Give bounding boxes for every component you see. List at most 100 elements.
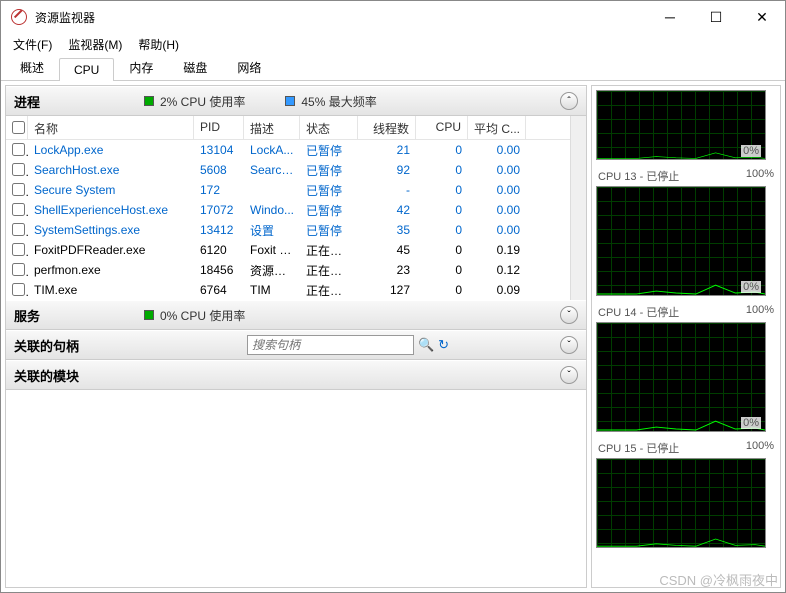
row-checkbox[interactable]	[12, 183, 25, 196]
graph-max: 100%	[746, 304, 774, 320]
modules-header[interactable]: 关联的模块 ˇ	[6, 360, 586, 390]
col-name[interactable]: 名称	[28, 116, 194, 139]
cell-name: Secure System	[28, 183, 194, 197]
graph-label: CPU 15 - 已停止	[598, 440, 679, 456]
table-row[interactable]: TIM.exe 6764 TIM 正在运行 127 0 0.09	[6, 280, 570, 300]
menu-help[interactable]: 帮助(H)	[132, 34, 185, 55]
cell-cpu: 0	[416, 143, 468, 157]
table-scrollbar[interactable]	[570, 116, 586, 300]
cell-cpu: 0	[416, 283, 468, 297]
select-all-checkbox[interactable]	[12, 121, 25, 134]
table-row[interactable]: SystemSettings.exe 13412 设置 已暂停 35 0 0.0…	[6, 220, 570, 240]
cell-threads: 23	[358, 263, 416, 277]
tab-cpu[interactable]: CPU	[59, 58, 114, 81]
menu-monitor[interactable]: 监视器(M)	[62, 34, 128, 55]
graph-max: 100%	[746, 440, 774, 456]
cpu-graph: CPU 13 - 已停止100% 0%	[596, 166, 776, 296]
cell-desc: 设置	[244, 222, 300, 239]
row-checkbox[interactable]	[12, 203, 25, 216]
cell-cpu: 0	[416, 183, 468, 197]
expand-icon[interactable]: ˇ	[560, 336, 578, 354]
cell-desc: Windo...	[244, 203, 300, 217]
max-freq-text: 45% 最大频率	[301, 93, 376, 110]
refresh-icon[interactable]: ↻	[438, 337, 449, 353]
cell-pid: 18456	[194, 263, 244, 277]
handles-header[interactable]: 关联的句柄 🔍 ↻ ˇ	[6, 330, 586, 360]
col-pid[interactable]: PID	[194, 116, 244, 139]
row-checkbox[interactable]	[12, 243, 25, 256]
row-checkbox[interactable]	[12, 163, 25, 176]
left-panel: 进程 2% CPU 使用率 45% 最大频率 ˆ 名称 PID 描述 状态 线程…	[5, 85, 587, 588]
maximize-button[interactable]: ☐	[693, 1, 739, 33]
processes-header[interactable]: 进程 2% CPU 使用率 45% 最大频率 ˆ	[6, 86, 586, 116]
menu-file[interactable]: 文件(F)	[7, 34, 58, 55]
tab-memory[interactable]: 内存	[114, 54, 168, 80]
cell-pid: 13412	[194, 223, 244, 237]
search-icon[interactable]: 🔍	[418, 337, 434, 353]
col-desc[interactable]: 描述	[244, 116, 300, 139]
cpu-usage-text: 0% CPU 使用率	[160, 307, 245, 324]
cell-avg: 0.00	[468, 223, 526, 237]
table-row[interactable]: FoxitPDFReader.exe 6120 Foxit P... 正在运行 …	[6, 240, 570, 260]
graph-canvas	[596, 458, 766, 548]
row-checkbox[interactable]	[12, 263, 25, 276]
cell-cpu: 0	[416, 223, 468, 237]
cell-threads: -	[358, 183, 416, 197]
cell-pid: 6764	[194, 283, 244, 297]
tab-disk[interactable]: 磁盘	[168, 54, 222, 80]
table-row[interactable]: SearchHost.exe 5608 Search... 已暂停 92 0 0…	[6, 160, 570, 180]
cell-desc: LockA...	[244, 143, 300, 157]
row-checkbox[interactable]	[12, 143, 25, 156]
cpu-graph: 0%	[596, 90, 776, 160]
cell-name: FoxitPDFReader.exe	[28, 243, 194, 257]
row-checkbox[interactable]	[12, 283, 25, 296]
col-cpu[interactable]: CPU	[416, 116, 468, 139]
table-row[interactable]: LockApp.exe 13104 LockA... 已暂停 21 0 0.00	[6, 140, 570, 160]
graph-canvas: 0%	[596, 322, 766, 432]
cell-avg: 0.09	[468, 283, 526, 297]
cell-pid: 6120	[194, 243, 244, 257]
cell-status: 已暂停	[300, 162, 358, 179]
cell-avg: 0.00	[468, 203, 526, 217]
cell-name: perfmon.exe	[28, 263, 194, 277]
watermark: CSDN @冷枫雨夜中	[659, 570, 778, 589]
collapse-icon[interactable]: ˆ	[560, 92, 578, 110]
right-panel: 0% CPU 13 - 已停止100% 0% CPU 14 - 已停止100% …	[591, 85, 781, 588]
cell-name: SystemSettings.exe	[28, 223, 194, 237]
search-handles-input[interactable]	[247, 335, 414, 355]
col-threads[interactable]: 线程数	[358, 116, 416, 139]
cell-threads: 21	[358, 143, 416, 157]
cell-status: 已暂停	[300, 202, 358, 219]
cell-status: 已暂停	[300, 222, 358, 239]
cell-pid: 17072	[194, 203, 244, 217]
table-row[interactable]: Secure System 172 已暂停 - 0 0.00	[6, 180, 570, 200]
section-title: 进程	[14, 92, 144, 111]
cpu-graph: CPU 15 - 已停止 100%	[596, 438, 776, 548]
expand-icon[interactable]: ˇ	[560, 366, 578, 384]
expand-icon[interactable]: ˇ	[560, 306, 578, 324]
section-title: 服务	[14, 306, 144, 325]
cell-desc: 资源和...	[244, 262, 300, 279]
row-checkbox[interactable]	[12, 223, 25, 236]
cell-status: 已暂停	[300, 182, 358, 199]
tab-network[interactable]: 网络	[222, 54, 276, 80]
minimize-button[interactable]: ─	[647, 1, 693, 33]
cell-status: 已暂停	[300, 142, 358, 159]
cell-name: SearchHost.exe	[28, 163, 194, 177]
window-title: 资源监视器	[35, 9, 647, 26]
cell-threads: 42	[358, 203, 416, 217]
tab-overview[interactable]: 概述	[5, 54, 59, 80]
col-status[interactable]: 状态	[300, 116, 358, 139]
cell-avg: 0.00	[468, 183, 526, 197]
close-button[interactable]: ✕	[739, 1, 785, 33]
services-header[interactable]: 服务 0% CPU 使用率 ˇ	[6, 300, 586, 330]
cell-name: TIM.exe	[28, 283, 194, 297]
cpu-usage-text: 2% CPU 使用率	[160, 93, 245, 110]
cell-pid: 172	[194, 183, 244, 197]
cell-status: 正在运行	[300, 282, 358, 299]
col-avg[interactable]: 平均 C...	[468, 116, 526, 139]
table-row[interactable]: perfmon.exe 18456 资源和... 正在运行 23 0 0.12	[6, 260, 570, 280]
app-window: 资源监视器 ─ ☐ ✕ 文件(F) 监视器(M) 帮助(H) 概述 CPU 内存…	[0, 0, 786, 593]
table-row[interactable]: ShellExperienceHost.exe 17072 Windo... 已…	[6, 200, 570, 220]
process-table: 名称 PID 描述 状态 线程数 CPU 平均 C... LockApp.exe…	[6, 116, 586, 300]
